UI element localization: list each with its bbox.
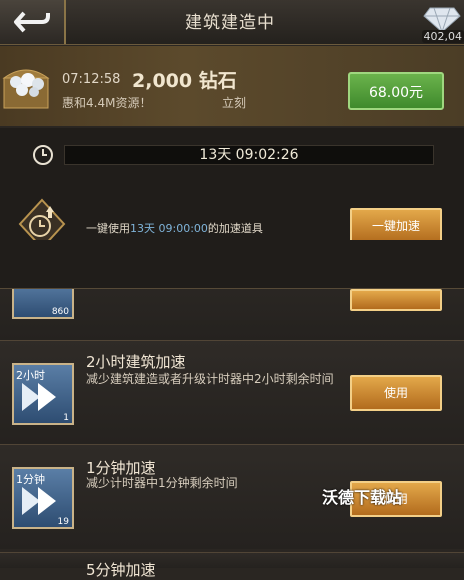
top-bar: 建筑建造中 402,04 [0,0,464,45]
use-button[interactable] [350,289,442,311]
list-item: 2小时 1 2小时建筑加速 减少建筑建造或者升级计时器中2小时剩余时间 使用 [0,340,464,445]
offer-countdown: 07:12:58 [62,72,120,87]
item-description: 减少建筑建造或者升级计时器中2小时剩余时间 [86,371,336,387]
item-title: 2小时建筑加速 [86,351,186,372]
clock-icon [32,144,54,166]
timer-bar: 13天 09:02:26 [64,145,434,165]
diamond-balance[interactable]: 402,04 [416,0,464,44]
fast-forward-icon [14,365,70,421]
page-title: 建筑建造中 [140,8,320,33]
diamond-icon [420,0,464,34]
back-arrow-icon [12,9,52,35]
offer-instant-label: 立刻 [222,94,246,111]
watermark: 沃德下载站 [322,484,402,508]
item-thumbnail: 2小时 1 [12,363,74,425]
list-item: 5分钟加速 [0,552,464,568]
panel-overlap [0,240,464,289]
use-button[interactable]: 使用 [350,375,442,411]
offer-description: 惠和4.4M资源！ [62,94,151,111]
item-title: 5分钟加速 [86,559,156,580]
item-count: 1 [63,413,69,423]
item-count: 19 [58,517,69,527]
oneclick-suffix: 的加速道具 [208,222,263,235]
buy-offer-button[interactable]: 68.00元 [348,72,444,110]
diamond-chest-icon [2,60,50,110]
item-count: 860 [52,307,69,317]
item-thumbnail: 1分钟 19 [12,467,74,529]
oneclick-prefix: 一键使用 [86,222,130,235]
oneclick-description: 一键使用13天 09:00:00的加速道具 [86,220,263,236]
offer-amount: 2,000 钻石 [132,66,237,93]
diamond-count: 402,04 [422,30,464,43]
remaining-time: 13天 09:02:26 [65,146,433,164]
oneclick-time: 13天 09:00:00 [130,222,208,235]
item-description: 减少计时器中1分钟剩余时间 [86,475,336,491]
oneclick-speedup-button[interactable]: 一键加速 [350,208,442,244]
back-button[interactable] [0,0,66,44]
